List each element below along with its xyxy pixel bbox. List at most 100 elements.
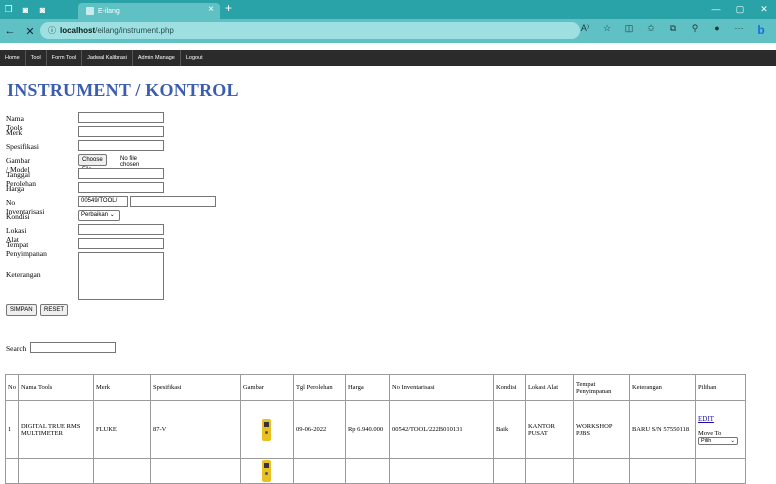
multimeter-image [262,418,272,441]
close-tab-icon[interactable]: × [208,4,214,15]
address-bar-row: ← ✕ ⓘ localhost/eilang/instrument.php A⁾… [0,19,776,43]
search-label: Search [6,344,27,353]
col-keterangan: Keterangan [628,374,696,401]
move-to-value: Pilih [700,437,712,444]
move-to-select[interactable]: Pilih ⌄ [697,436,738,445]
lokasi-input[interactable] [78,224,164,235]
url-input[interactable]: ⓘ localhost/eilang/instrument.php [40,22,580,39]
col-tempat-penyimpanan: Tempat Penyimpanan [572,374,630,401]
cell-empty [628,458,696,484]
edit-link[interactable]: EDIT [698,415,714,423]
merk-input[interactable] [78,126,164,137]
reset-button[interactable]: RESET [40,304,69,316]
keterangan-textarea[interactable] [78,252,164,300]
nav-jadwal-kalibrasi[interactable]: Jadwal Kalibrasi [82,50,133,66]
spesifikasi-input[interactable] [78,140,164,151]
kondisi-value: Perbaikan [81,212,109,218]
browser-tab[interactable]: E-ilang × [78,3,220,19]
profile-icon[interactable]: ● [706,23,728,37]
col-harga: Harga [344,374,390,401]
cell-empty [149,458,241,484]
merk-label: Merk [6,128,23,137]
cell-pilihan: EDIT Move To Pilih ⌄ [694,400,746,459]
favorite-star-icon[interactable]: ☆ [596,23,618,37]
minimize-icon[interactable]: — [704,0,728,19]
harga-input[interactable] [78,182,164,193]
move-to-label: Move To [697,429,722,437]
no-file-text: No file chosen [120,156,140,168]
search-input[interactable] [30,342,116,353]
cell-tgl-perolehan: 09-06-2022 [292,400,346,459]
cell-empty [694,458,746,484]
cell-empty [17,458,94,484]
col-pilihan: Pilihan [694,374,746,401]
nav-form-tool[interactable]: Form Tool [47,50,83,66]
spesifikasi-label: Spesifikasi [6,142,39,151]
page-favicon-icon [86,7,94,15]
maximize-icon[interactable]: ▢ [728,0,752,19]
more-menu-icon[interactable]: ··· [728,23,750,37]
collections-icon[interactable]: ⧉ [662,23,684,37]
cell-merk: FLUKE [92,400,151,459]
keterangan-label: Keterangan [6,270,41,279]
favorites-icon[interactable]: ✩ [640,23,662,37]
toolbar-icons: A⁾ ☆ ◫ ✩ ⧉ ⚲ ● ··· b [574,23,772,37]
no-inventaris-prefix-input[interactable]: 00549/TOOL/ [78,196,128,207]
new-tab-icon[interactable]: + [225,1,232,15]
col-no-inventarisasi: No Inventarisasi [388,374,494,401]
window-menu-icon[interactable]: ❐ [0,0,17,19]
bing-icon[interactable]: b [750,23,772,37]
extensions-icon[interactable]: ⚲ [684,23,706,37]
nav-logout[interactable]: Logout [181,50,208,66]
tab-actions-icon[interactable]: ◙ [34,0,51,19]
simpan-button[interactable]: SIMPAN [6,304,37,316]
nav-home[interactable]: Home [0,50,26,66]
stop-icon[interactable]: ✕ [20,25,40,38]
workspaces-icon[interactable]: ◙ [17,0,34,19]
cell-nama-tools: DIGITAL TRUE RMS MULTIMETER [17,400,94,459]
page-title: INSTRUMENT / KONTROL [7,80,239,100]
nav-admin-manage[interactable]: Admin Manage [133,50,181,66]
cell-no-inventarisasi: 00542/TOOL/222B010131 [388,400,494,459]
col-merk: Merk [92,374,151,401]
table-row: 1 DIGITAL TRUE RMS MULTIMETER FLUKE 87-V… [5,400,746,459]
cell-empty [572,458,630,484]
cell-empty [492,458,526,484]
table-row [5,458,746,484]
kondisi-label: Kondisi [6,212,30,221]
tempat-label: Tempat Penyimpanan [6,240,47,258]
nav-tool[interactable]: Tool [26,50,47,66]
cell-empty [5,458,19,484]
back-icon[interactable]: ← [0,25,20,37]
chevron-down-icon: ⌄ [108,212,115,218]
tempat-input[interactable] [78,238,164,249]
tanggal-input[interactable] [78,168,164,179]
nama-tools-input[interactable] [78,112,164,123]
cell-empty [292,458,346,484]
cell-tempat-penyimpanan: WORKSHOP PJBS [572,400,630,459]
cell-spesifikasi: 87-V [149,400,241,459]
multimeter-image [262,460,272,482]
site-nav: Home Tool Form Tool Jadwal Kalibrasi Adm… [0,50,776,66]
close-window-icon[interactable]: ✕ [752,0,776,19]
kondisi-select[interactable]: Perbaikan ⌄ [78,210,120,221]
col-tgl-perolehan: Tgl Perolehan [292,374,346,401]
cell-lokasi-alat: KANTOR PUSAT [524,400,574,459]
read-aloud-icon[interactable]: A⁾ [574,23,596,37]
site-info-icon[interactable]: ⓘ [48,25,60,36]
choose-file-button[interactable]: Choose File [78,154,107,173]
cell-kondisi: Baik [492,400,526,459]
col-nama-tools: Nama Tools [17,374,94,401]
cell-gambar [239,458,294,484]
col-lokasi-alat: Lokasi Alat [524,374,574,401]
tools-table: No Nama Tools Merk Spesifikasi Gambar Tg… [5,374,746,484]
harga-label: Harga [6,184,25,193]
cell-gambar [239,400,294,459]
cell-harga: Rp 6.940.000 [344,400,390,459]
col-no: No [5,374,19,401]
page-gap [0,43,776,50]
split-screen-icon[interactable]: ◫ [618,23,640,37]
window-controls: — ▢ ✕ [704,0,776,19]
no-inventaris-input[interactable] [130,196,216,207]
cell-empty [388,458,494,484]
